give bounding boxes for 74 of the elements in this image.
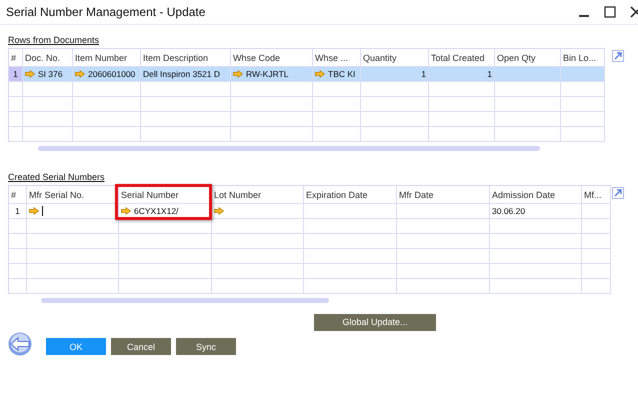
table-cell [429, 112, 495, 127]
link-arrow-icon[interactable] [315, 70, 325, 78]
dialog-button[interactable]: Cancel [111, 338, 171, 355]
table-cell [561, 112, 605, 127]
table-cell [582, 219, 611, 234]
column-header[interactable]: Serial Number [119, 186, 212, 204]
column-header[interactable]: # [9, 186, 27, 204]
maximize-icon[interactable] [604, 6, 616, 18]
link-arrow-icon[interactable] [25, 70, 35, 78]
section-title: Created Serial Numbers [8, 172, 105, 182]
table-cell [23, 82, 73, 97]
link-arrow-icon[interactable] [233, 70, 243, 78]
table-cell [313, 97, 361, 112]
column-header[interactable]: Lot Number [212, 186, 304, 204]
global-update-button[interactable]: Global Update... [314, 314, 436, 330]
table-cell [23, 112, 73, 127]
expand-icon[interactable] [612, 187, 624, 199]
table-cell [495, 127, 561, 142]
section-title: Rows from Documents [8, 35, 100, 45]
table-cell [73, 97, 141, 112]
table-cell: 1 [9, 67, 23, 82]
table-cell [23, 127, 73, 142]
table-cell [429, 82, 495, 97]
table-cell [73, 127, 141, 142]
table-cell [361, 97, 429, 112]
table-cell [361, 112, 429, 127]
column-header[interactable]: Admission Date [490, 186, 582, 204]
close-icon[interactable] [630, 6, 638, 18]
table-cell [495, 67, 561, 82]
table-cell: Dell Inspiron 3521 D [141, 67, 231, 82]
horizontal-scrollbar[interactable] [41, 298, 329, 303]
table-cell [495, 112, 561, 127]
table-cell [561, 67, 605, 82]
table-cell [582, 279, 611, 294]
table-cell [582, 204, 611, 219]
table-cell [23, 97, 73, 112]
link-arrow-icon[interactable] [29, 207, 39, 215]
window-title: Serial Number Management - Update [6, 5, 206, 19]
column-header[interactable]: Mfr Date [397, 186, 490, 204]
horizontal-scrollbar[interactable] [38, 146, 540, 151]
table-cell [429, 97, 495, 112]
table-cell [582, 264, 611, 279]
table-cell [582, 249, 611, 264]
table-cell [73, 82, 141, 97]
link-arrow-icon[interactable] [75, 70, 85, 78]
column-header[interactable]: Expiration Date [304, 186, 397, 204]
column-header[interactable]: Mfr Serial No. [27, 186, 119, 204]
table-cell [495, 82, 561, 97]
back-icon[interactable] [7, 332, 33, 356]
table-cell [313, 82, 361, 97]
table-cell [361, 127, 429, 142]
table-cell [582, 234, 611, 249]
table-cell: TBC KI [313, 67, 361, 82]
table-cell: 1 [361, 67, 429, 82]
table-cell [313, 127, 361, 142]
table-cell: 1 [9, 204, 27, 219]
table-cell: 1 [429, 67, 495, 82]
table-cell: SI 376 [23, 67, 73, 82]
expand-icon[interactable] [612, 50, 624, 62]
table-cell: 30.06.20 [490, 204, 582, 219]
link-arrow-icon[interactable] [121, 207, 131, 215]
table-cell [561, 97, 605, 112]
table-cell [561, 127, 605, 142]
table-cell [73, 112, 141, 127]
link-arrow-icon[interactable] [214, 207, 224, 215]
table-cell: 2060601000 [73, 67, 141, 82]
table-cell [313, 112, 361, 127]
table-cell [561, 82, 605, 97]
table-cell [429, 127, 495, 142]
table-cell [361, 82, 429, 97]
table-cell: RW-KJRTL [231, 67, 313, 82]
dialog-button[interactable]: Sync [176, 338, 236, 355]
column-header[interactable]: Mf... [582, 186, 611, 204]
table-cell [495, 97, 561, 112]
